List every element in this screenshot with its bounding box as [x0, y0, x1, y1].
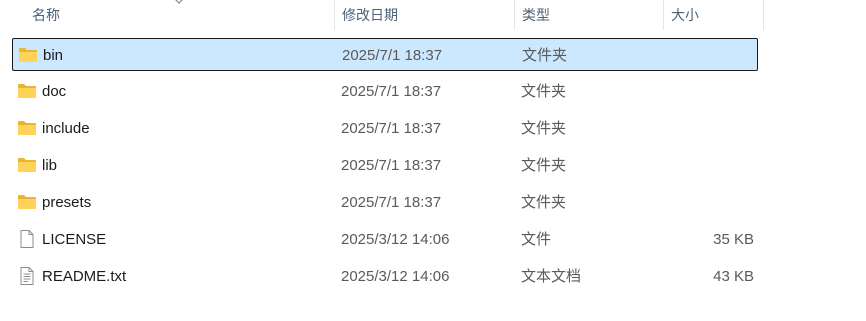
file-modified: 2025/7/1 18:37	[342, 47, 443, 64]
folder-icon	[18, 158, 36, 172]
file-name: include	[42, 120, 90, 137]
column-divider[interactable]	[763, 0, 764, 30]
sort-ascending-icon	[175, 0, 183, 4]
file-icon	[20, 230, 34, 248]
file-type: 文件夹	[521, 157, 567, 174]
folder-icon	[18, 84, 36, 98]
file-type: 文件夹	[522, 47, 568, 64]
file-modified: 2025/3/12 14:06	[341, 231, 450, 248]
file-row-doc[interactable]: doc 2025/7/1 18:37 文件夹	[12, 75, 758, 108]
folder-icon	[18, 195, 36, 209]
file-list-view: 名称 修改日期 类型 大小 bin 2025/7/1 18:37 文件夹 doc…	[0, 0, 866, 321]
file-modified: 2025/7/1 18:37	[341, 157, 442, 174]
file-type: 文件夹	[521, 120, 567, 137]
folder-icon	[18, 121, 36, 135]
column-header-bar: 名称 修改日期 类型 大小	[0, 0, 866, 30]
folder-icon	[19, 48, 37, 62]
file-name: bin	[43, 47, 64, 64]
file-row-license[interactable]: LICENSE 2025/3/12 14:06 文件 35 KB	[12, 223, 758, 256]
file-name: presets	[42, 194, 92, 211]
file-modified: 2025/7/1 18:37	[341, 194, 442, 211]
file-row-include[interactable]: include 2025/7/1 18:37 文件夹	[12, 112, 758, 145]
file-row-presets[interactable]: presets 2025/7/1 18:37 文件夹	[12, 186, 758, 219]
file-size: 43 KB	[713, 268, 754, 285]
column-header-type[interactable]: 类型	[514, 0, 663, 30]
file-modified: 2025/3/12 14:06	[341, 268, 450, 285]
file-type: 文件夹	[521, 83, 567, 100]
file-size: 35 KB	[713, 231, 754, 248]
column-header-modified[interactable]: 修改日期	[334, 0, 514, 30]
file-name: LICENSE	[42, 231, 107, 248]
file-row-lib[interactable]: lib 2025/7/1 18:37 文件夹	[12, 149, 758, 182]
file-type: 文件	[521, 231, 552, 248]
file-name: doc	[42, 83, 67, 100]
column-header-size[interactable]: 大小	[663, 0, 763, 30]
file-type: 文件夹	[521, 194, 567, 211]
file-name: README.txt	[42, 268, 127, 285]
file-modified: 2025/7/1 18:37	[341, 120, 442, 137]
file-row-bin[interactable]: bin 2025/7/1 18:37 文件夹	[12, 38, 758, 71]
file-type: 文本文档	[521, 268, 582, 285]
file-row-readme[interactable]: README.txt 2025/3/12 14:06 文本文档 43 KB	[12, 260, 758, 293]
text-file-icon	[20, 267, 34, 285]
file-modified: 2025/7/1 18:37	[341, 83, 442, 100]
file-name: lib	[42, 157, 58, 174]
